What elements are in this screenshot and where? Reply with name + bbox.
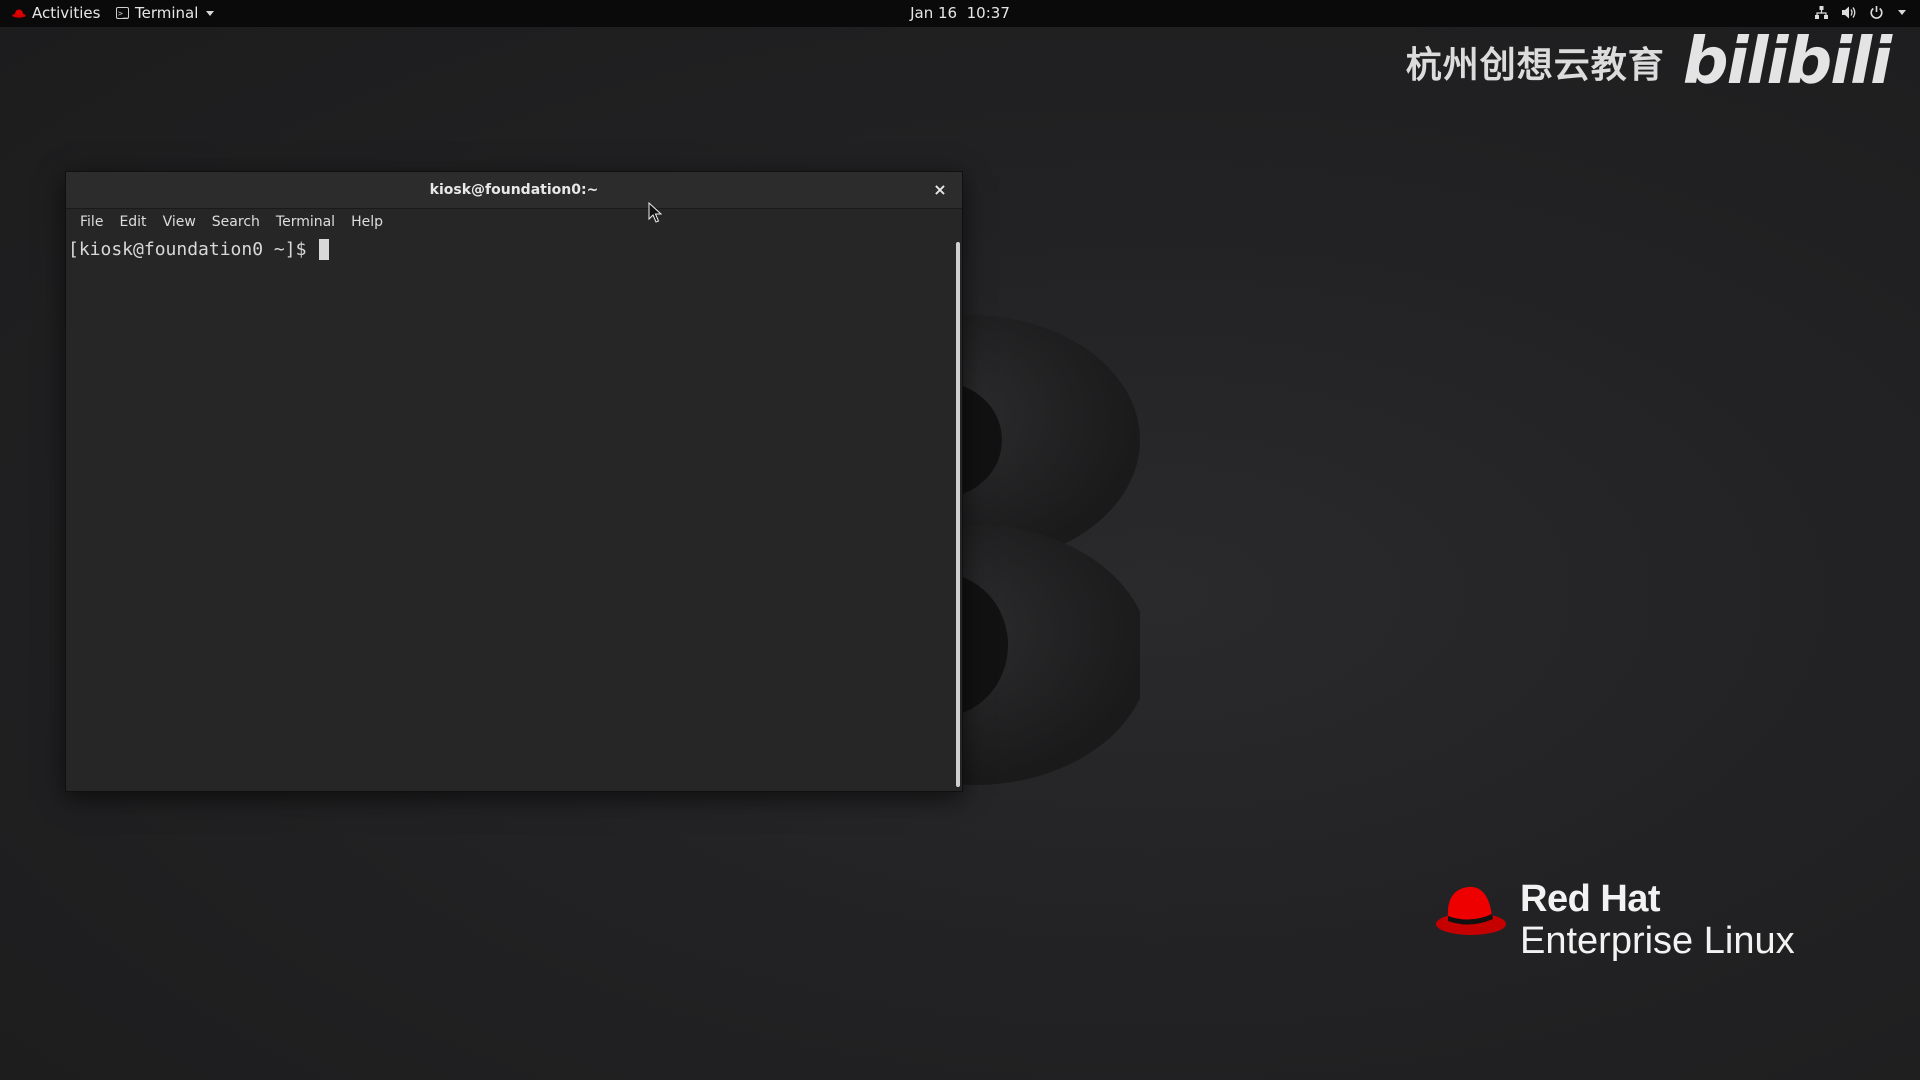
branding-line2: Enterprise Linux bbox=[1520, 920, 1795, 962]
shell-prompt: [kiosk@foundation0 ~]$ bbox=[68, 239, 318, 260]
menu-terminal[interactable]: Terminal bbox=[268, 211, 343, 233]
branding-line1: Red Hat bbox=[1520, 878, 1661, 920]
menu-help[interactable]: Help bbox=[343, 211, 391, 233]
mouse-pointer-icon bbox=[648, 202, 662, 223]
menu-edit[interactable]: Edit bbox=[111, 211, 154, 233]
redhat-branding: Red Hat Enterprise Linux bbox=[1434, 880, 1795, 960]
power-icon bbox=[1870, 6, 1883, 19]
text-cursor bbox=[319, 239, 330, 260]
clock[interactable]: Jan 16 10:37 bbox=[0, 4, 1920, 22]
terminal-output[interactable]: [kiosk@foundation0 ~]$ bbox=[66, 235, 952, 791]
watermark-text: 杭州创想云教育 bbox=[1405, 45, 1665, 86]
redhat-hat-icon bbox=[1436, 886, 1506, 935]
prompt-line: [kiosk@foundation0 ~]$ bbox=[68, 239, 952, 260]
terminal-titlebar[interactable]: kiosk@foundation0:~ × bbox=[66, 172, 962, 209]
channel-watermark: 杭州创想云教育 bilibili bbox=[1405, 25, 1892, 99]
window-title: kiosk@foundation0:~ bbox=[429, 182, 599, 198]
terminal-menubar: File Edit View Search Terminal Help bbox=[66, 209, 962, 235]
menu-file[interactable]: File bbox=[72, 211, 111, 233]
terminal-window[interactable]: kiosk@foundation0:~ × File Edit View Sea… bbox=[65, 171, 963, 792]
chevron-down-icon bbox=[1898, 10, 1906, 15]
clock-date: Jan 16 bbox=[910, 4, 958, 22]
clock-time: 10:37 bbox=[966, 4, 1010, 22]
menu-search[interactable]: Search bbox=[204, 211, 268, 233]
menu-view[interactable]: View bbox=[155, 211, 204, 233]
network-icon bbox=[1815, 6, 1828, 19]
scrollbar[interactable] bbox=[956, 242, 960, 787]
top-bar: Activities >_ Terminal Jan 16 10:37 bbox=[0, 0, 1920, 27]
close-button[interactable]: × bbox=[930, 180, 950, 200]
system-status-menu[interactable] bbox=[1814, 5, 1906, 20]
volume-icon bbox=[1842, 6, 1856, 19]
bilibili-logo: bilibili bbox=[1682, 25, 1892, 99]
